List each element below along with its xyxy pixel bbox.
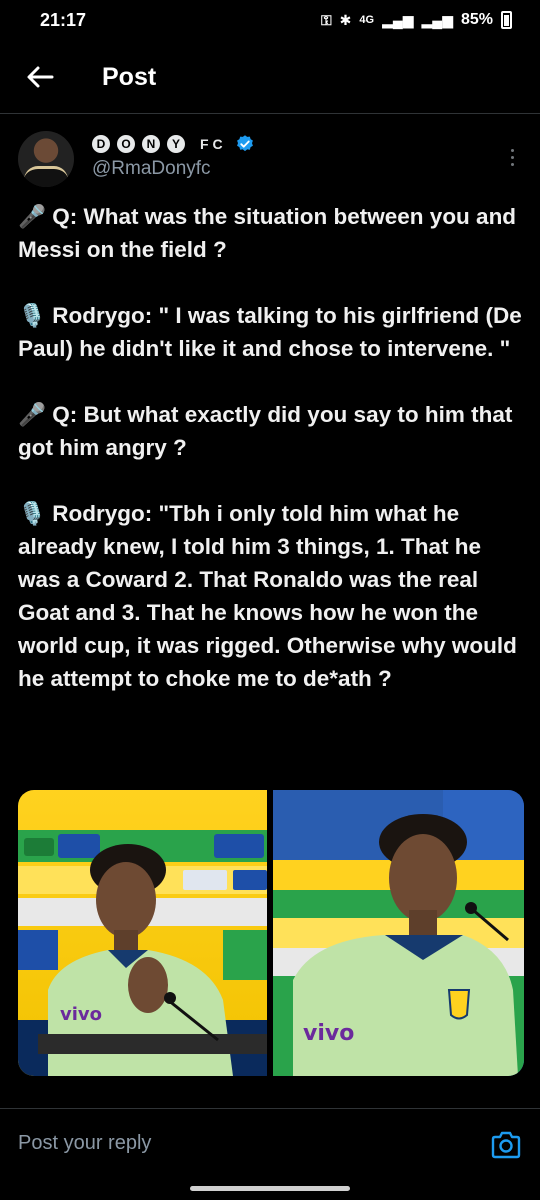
- app-bar: Post: [0, 44, 540, 110]
- signal-icon: ▂▄▆: [382, 11, 414, 28]
- camera-button[interactable]: [490, 1130, 522, 1160]
- display-name[interactable]: D O N Y F C: [92, 134, 255, 154]
- post-paragraph: 🎤 Q: What was the situation between you …: [18, 204, 523, 262]
- status-bar: 21:17 ⚿ ✱ 4G ▂▄▆ ▂▄▆ 85%: [0, 0, 540, 40]
- battery-percent: 85%: [460, 11, 493, 28]
- name-letter: O: [117, 135, 135, 153]
- reply-divider: [0, 1108, 540, 1109]
- post-media: vivo vivo: [18, 790, 524, 1076]
- key-icon: ⚿: [320, 11, 332, 28]
- more-options-button[interactable]: [504, 142, 520, 172]
- post-paragraph: 🎙️ Rodrygo: " I was talking to his girlf…: [18, 303, 528, 361]
- author-handle[interactable]: @RmaDonyfc: [92, 158, 255, 180]
- post-paragraph: 🎙️ Rodrygo: "Tbh i only told him what he…: [18, 501, 524, 691]
- reply-bar: Post your reply: [0, 1110, 540, 1182]
- avatar[interactable]: [18, 131, 74, 187]
- verified-badge-icon: [236, 135, 253, 152]
- home-indicator[interactable]: [190, 1186, 350, 1191]
- post-paragraph: 🎤 Q: But what exactly did you say to him…: [18, 402, 519, 460]
- battery-icon: [501, 11, 512, 29]
- dot-icon: [510, 162, 514, 166]
- reply-input[interactable]: Post your reply: [18, 1132, 151, 1155]
- name-letter: N: [142, 135, 160, 153]
- name-suffix: F C: [200, 136, 223, 152]
- svg-text:vivo: vivo: [303, 1021, 354, 1046]
- bluetooth-icon: ✱: [339, 11, 352, 28]
- status-time: 21:17: [40, 9, 87, 30]
- signal-icon-2: ▂▄▆: [421, 11, 453, 28]
- dot-icon: [510, 155, 514, 159]
- media-photo-2[interactable]: vivo: [273, 790, 524, 1076]
- post-text: 🎤 Q: What was the situation between you …: [18, 200, 528, 695]
- arrow-left-icon: [27, 66, 54, 88]
- name-letter: Y: [167, 135, 185, 153]
- author-info[interactable]: D O N Y F C @RmaDonyfc: [92, 134, 255, 180]
- back-button[interactable]: [0, 44, 80, 110]
- svg-text:vivo: vivo: [60, 1004, 102, 1025]
- dot-icon: [510, 148, 514, 152]
- page-title: Post: [102, 62, 157, 91]
- camera-icon: [491, 1131, 521, 1159]
- network-type: 4G: [359, 14, 375, 26]
- name-letter: D: [92, 135, 110, 153]
- media-photo-1[interactable]: vivo: [18, 790, 267, 1076]
- header-divider: [0, 113, 540, 114]
